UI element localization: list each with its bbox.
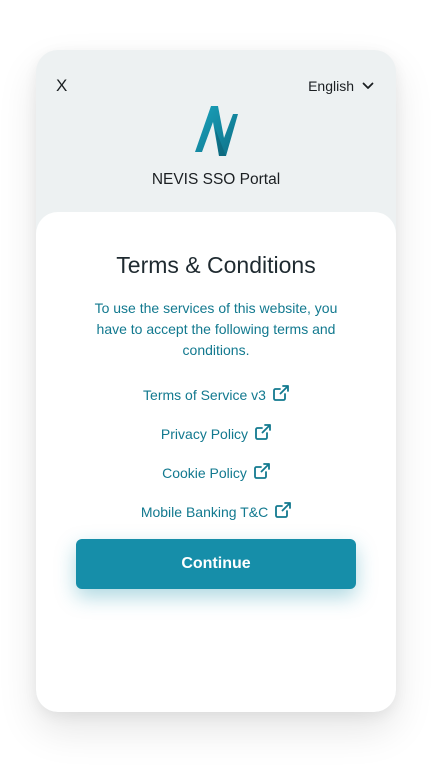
- link-label: Cookie Policy: [162, 464, 247, 481]
- external-link-icon: [273, 384, 289, 401]
- terms-of-service-link[interactable]: Terms of Service v3: [36, 375, 396, 414]
- close-button[interactable]: X: [56, 76, 67, 96]
- external-link-icon: [275, 501, 292, 518]
- link-label: Privacy Policy: [160, 425, 249, 442]
- cookie-policy-link[interactable]: Cookie Policy: [36, 453, 396, 492]
- card-description: To use the services of this website, you…: [94, 300, 338, 358]
- mobile-banking-tc-link[interactable]: Mobile Banking T&C: [36, 492, 396, 531]
- nevis-logo-icon: [195, 106, 238, 156]
- privacy-policy-link[interactable]: Privacy Policy: [36, 414, 396, 453]
- link-label: Terms of Service v3: [143, 386, 266, 403]
- link-label: Mobile Banking T&C: [140, 503, 269, 520]
- terms-links: Terms of Service v3 Privacy Policy Cooki…: [36, 375, 396, 531]
- portal-title: NEVIS SSO Portal: [151, 171, 281, 188]
- chevron-down-icon: [362, 82, 374, 89]
- terms-card: Terms & Conditions To use the services o…: [36, 212, 396, 712]
- language-label: English: [308, 78, 354, 94]
- external-link-icon: [254, 462, 270, 479]
- card-title: Terms & Conditions: [116, 252, 316, 278]
- continue-button[interactable]: Continue: [76, 539, 356, 589]
- language-select[interactable]: English: [308, 76, 374, 96]
- external-link-icon: [255, 423, 271, 440]
- login-frame: X English NEVIS SSO Portal Terms & Condi…: [36, 50, 396, 712]
